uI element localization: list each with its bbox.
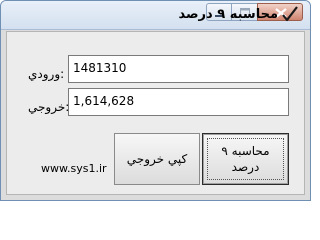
website-link[interactable]: www.sys1.ir xyxy=(41,162,107,175)
input-label: ورودي: xyxy=(28,67,65,81)
checkmark-icon xyxy=(282,6,298,22)
calculate-button[interactable]: محاسبه ۹ درصد xyxy=(202,133,289,185)
form-panel: ورودي: 1481310 خروجي: 1,614,628 محاسبه ۹… xyxy=(6,31,305,195)
window-title: محاسبه ۹ درصد xyxy=(178,7,278,22)
title-bar[interactable]: محاسبه ۹ درصد xyxy=(1,1,310,30)
input-field[interactable]: 1481310 xyxy=(68,55,289,83)
output-label: خروجي: xyxy=(28,100,69,114)
copy-output-button[interactable]: کپي خروجي xyxy=(114,133,200,185)
output-field[interactable]: 1,614,628 xyxy=(68,88,289,116)
app-window: محاسبه ۹ درصد ورودي: 1481310 خروجي: 1,61… xyxy=(0,0,311,201)
